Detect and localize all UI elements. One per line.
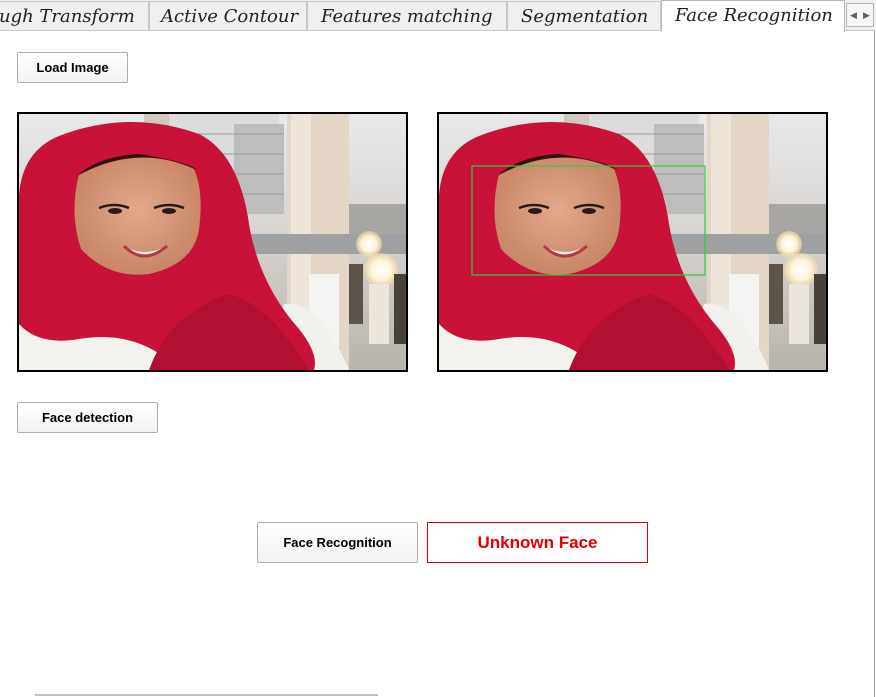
bottom-scroll-indicator bbox=[35, 694, 378, 696]
scroll-right-icon[interactable]: ▶ bbox=[860, 7, 873, 23]
tab-scroll-buttons: ◀ ▶ bbox=[846, 3, 874, 27]
tab-label: Face Recognition bbox=[675, 5, 833, 26]
face-recognition-button[interactable]: Face Recognition bbox=[257, 522, 418, 563]
tab-active-contour[interactable]: Active Contour bbox=[149, 1, 307, 30]
recognition-result: Unknown Face bbox=[427, 522, 648, 563]
tab-segmentation[interactable]: Segmentation bbox=[507, 1, 661, 30]
input-image bbox=[17, 112, 408, 372]
tab-face-recognition[interactable]: Face Recognition bbox=[661, 0, 845, 32]
scroll-left-icon[interactable]: ◀ bbox=[847, 7, 860, 23]
load-image-button[interactable]: Load Image bbox=[17, 52, 128, 83]
face-photo-detected bbox=[439, 114, 826, 370]
detected-image bbox=[437, 112, 828, 372]
face-photo bbox=[19, 114, 406, 370]
tab-label: Features matching bbox=[321, 6, 493, 27]
panel-right-border bbox=[874, 31, 875, 697]
tab-features-matching[interactable]: Features matching bbox=[307, 1, 507, 30]
tab-label: ugh Transform bbox=[0, 6, 135, 27]
tab-label: Active Contour bbox=[161, 6, 299, 27]
face-detection-button[interactable]: Face detection bbox=[17, 402, 158, 433]
tab-hough-transform[interactable]: ugh Transform bbox=[0, 1, 149, 30]
tab-label: Segmentation bbox=[521, 6, 649, 27]
tab-bar: ugh Transform Active Contour Features ma… bbox=[0, 0, 876, 32]
